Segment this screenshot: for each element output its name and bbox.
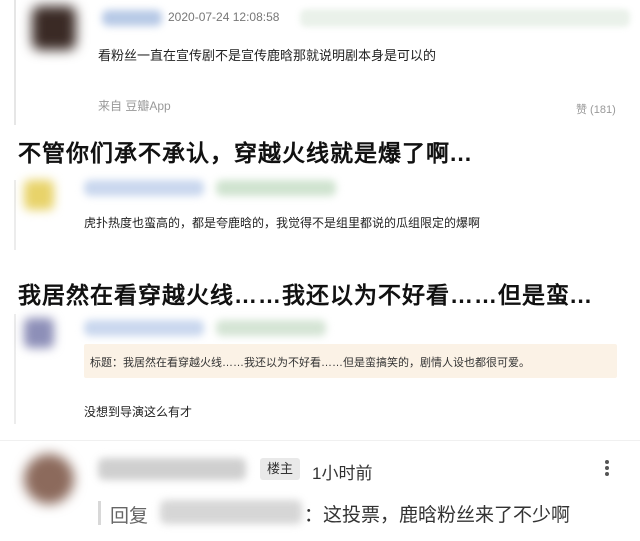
comment-body: 看粉丝一直在宣传剧不是宣传鹿晗那就说明剧本身是可以的	[98, 48, 437, 63]
more-vertical-icon[interactable]	[601, 458, 613, 480]
op-badge: 楼主	[260, 458, 300, 480]
reply-quote-bar	[98, 501, 101, 525]
reply-label: 回复	[110, 506, 149, 527]
comment-timestamp: 2020-07-24 12:08:58	[168, 10, 280, 24]
blurred-username[interactable]	[102, 10, 162, 26]
avatar[interactable]	[24, 454, 74, 504]
blurred-reply-target[interactable]	[160, 500, 302, 524]
comment-body: 没想到导演这么有才	[84, 405, 193, 419]
quoted-post-text: 标题：我居然在看穿越火线……我还以为不好看……但是蛮搞笑的，剧情人设也都很可爱。	[90, 357, 530, 369]
blurred-meta	[216, 180, 336, 196]
thread-rail	[14, 0, 16, 125]
thread-rail	[14, 314, 16, 424]
blurred-header-area	[300, 9, 630, 27]
headline-1: 不管你们承不承认，穿越火线就是爆了啊...	[18, 140, 473, 166]
thread-rail	[14, 180, 16, 250]
avatar[interactable]	[24, 318, 54, 348]
reply-text: ：这投票，鹿晗粉丝来了不少啊	[304, 505, 571, 526]
blurred-username[interactable]	[98, 458, 246, 480]
blurred-username[interactable]	[84, 320, 204, 336]
comment-body: 虎扑热度也蛮高的，都是夸鹿晗的，我觉得不是组里都说的瓜组限定的爆啊	[84, 216, 481, 230]
comment-card-1: 2020-07-24 12:08:58 看粉丝一直在宣传剧不是宣传鹿晗那就说明剧…	[0, 0, 640, 125]
like-button[interactable]: 赞 (181)	[576, 101, 616, 117]
quoted-post[interactable]: 标题：我居然在看穿越火线……我还以为不好看……但是蛮搞笑的，剧情人设也都很可爱。	[84, 344, 617, 378]
avatar[interactable]	[32, 6, 76, 50]
blurred-username[interactable]	[84, 180, 204, 196]
divider	[0, 440, 640, 441]
headline-2: 我居然在看穿越火线……我还以为不好看……但是蛮...	[18, 282, 593, 308]
comment-source: 来自 豆瓣App	[98, 99, 171, 113]
reply-time: 1小时前	[312, 464, 373, 483]
blurred-meta	[216, 320, 326, 336]
avatar[interactable]	[24, 180, 54, 210]
